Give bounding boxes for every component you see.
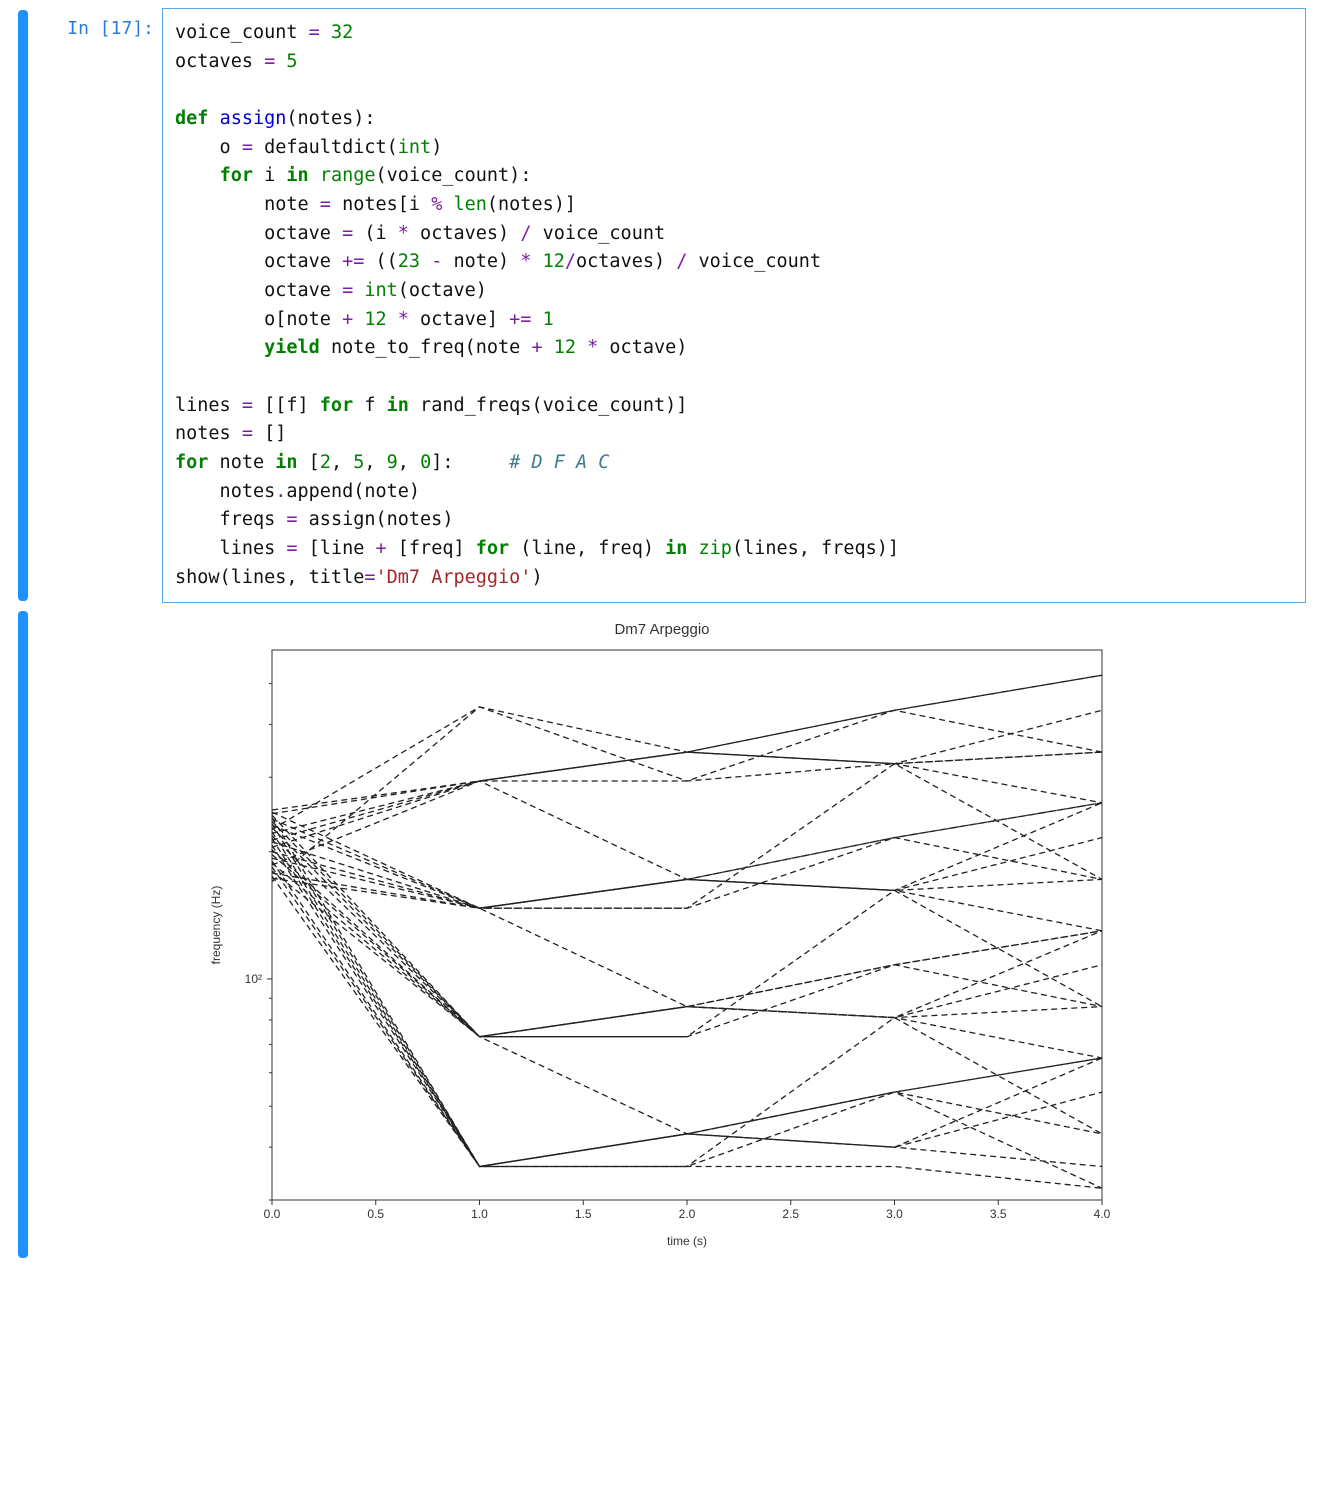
chart-svg: 0.0 0.5 1.0 1.5 2.0 2.5 3.0 3.5 4.0 10² time (s) fr… <box>202 640 1122 1260</box>
svg-text:2.0: 2.0 <box>679 1207 696 1221</box>
svg-text:3.0: 3.0 <box>886 1207 903 1221</box>
output-prompt: Out <box>34 609 162 1260</box>
output-area: Dm7 Arpeggio 0.0 0.5 1.0 1.5 2.0 2.5 3.0 3.5 4.0… <box>162 609 1306 1260</box>
run-indicator <box>18 10 28 601</box>
code-cell: In [17]: voice_count = 32 octaves = 5 de… <box>0 8 1330 609</box>
svg-text:1.5: 1.5 <box>575 1207 592 1221</box>
chart-figure: Dm7 Arpeggio 0.0 0.5 1.0 1.5 2.0 2.5 3.0 3.5 4.0… <box>202 621 1122 1260</box>
svg-text:2.5: 2.5 <box>782 1207 799 1221</box>
svg-text:0.5: 0.5 <box>367 1207 384 1221</box>
jupyter-notebook: In [17]: voice_count = 32 octaves = 5 de… <box>0 0 1330 1306</box>
run-indicator-output <box>18 611 28 1258</box>
svg-text:time (s): time (s) <box>667 1234 707 1248</box>
code-text[interactable]: voice_count = 32 octaves = 5 def assign(… <box>175 19 1293 592</box>
svg-text:1.0: 1.0 <box>471 1207 488 1221</box>
svg-text:0.0: 0.0 <box>264 1207 281 1221</box>
svg-text:4.0: 4.0 <box>1094 1207 1111 1221</box>
code-input-area[interactable]: voice_count = 32 octaves = 5 def assign(… <box>162 8 1306 603</box>
input-prompt: In [17]: <box>34 8 162 603</box>
svg-text:frequency (Hz): frequency (Hz) <box>209 886 223 965</box>
svg-text:3.5: 3.5 <box>990 1207 1007 1221</box>
output-cell: Out Dm7 Arpeggio 0.0 0.5 1.0 1.5 2.0 2.5 3.0 3.… <box>0 609 1330 1266</box>
chart-title: Dm7 Arpeggio <box>202 621 1122 638</box>
svg-text:10²: 10² <box>245 972 262 986</box>
